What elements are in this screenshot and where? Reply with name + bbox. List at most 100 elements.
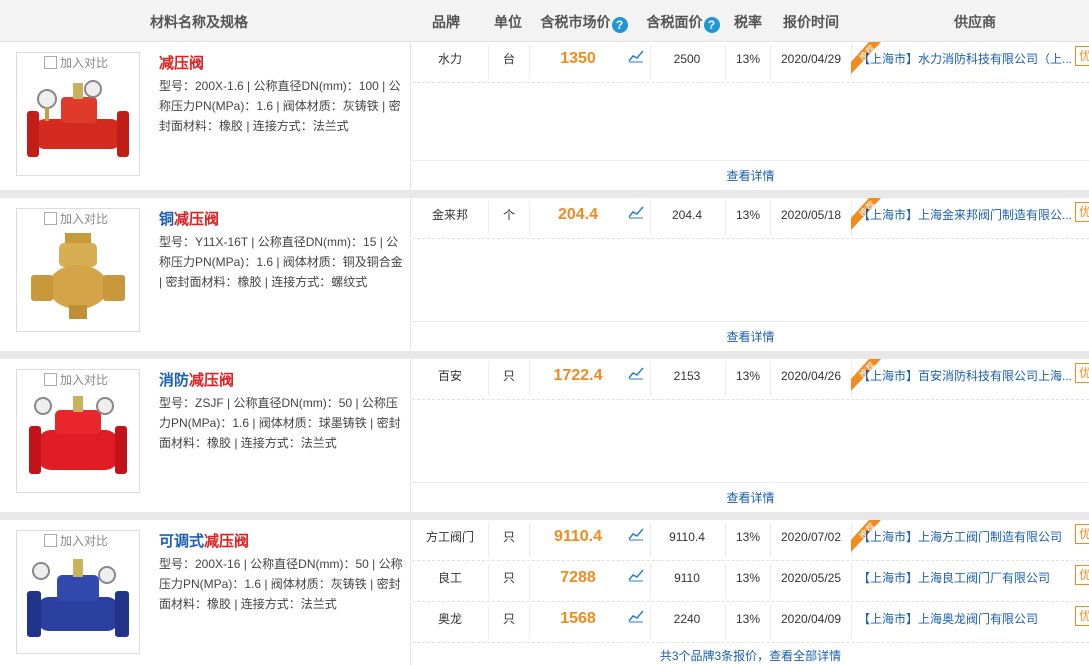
compare-label: 加入对比 xyxy=(60,56,109,70)
date-cell: 2020/05/18 xyxy=(780,208,842,222)
compare-checkbox[interactable]: 加入对比 xyxy=(44,370,108,390)
trend-chart-icon[interactable] xyxy=(624,520,648,561)
market-price-cell: 9110.4 xyxy=(553,528,603,545)
tax-cell: 13% xyxy=(735,530,761,544)
product-spec: 型号：200X-1.6 | 公称直径DN(mm)：100 | 公称压力PN(MP… xyxy=(159,79,401,133)
product-name[interactable]: 可调式减压阀 xyxy=(159,530,249,551)
view-detail-link[interactable]: 查看详情 xyxy=(412,321,1089,351)
brand-cell: 良工 xyxy=(437,571,462,585)
date-cell: 2020/04/26 xyxy=(780,369,842,383)
col-tax-header: 税率 xyxy=(734,14,762,30)
name-keyword[interactable]: 减压阀 xyxy=(189,372,234,389)
date-cell: 2020/04/09 xyxy=(780,612,842,626)
supplier-link[interactable]: 【上海市】上海良工阀门厂有限公司 xyxy=(858,561,1072,602)
brand-cell: 水力 xyxy=(437,52,462,66)
checkbox-icon[interactable] xyxy=(44,373,57,386)
compare-label: 加入对比 xyxy=(60,212,109,226)
supplier-link[interactable]: 【上海市】水力消防科技有限公司（上... xyxy=(858,42,1072,83)
preferred-badge: 优 xyxy=(1075,606,1089,626)
trend-chart-icon[interactable] xyxy=(624,602,648,643)
product-image[interactable]: 加入对比 xyxy=(16,208,140,332)
name-keyword[interactable]: 减压阀 xyxy=(174,211,219,228)
checkbox-icon[interactable] xyxy=(44,534,57,547)
offer-row: 奥龙 只 1568 2240 13% 2020/04/09 【上海市】上海奥龙阀… xyxy=(412,602,1089,643)
trend-chart-icon[interactable] xyxy=(624,359,648,400)
offer-row: 方工阀门 只 9110.4 9110.4 13% 2020/07/02 推荐 【… xyxy=(412,520,1089,561)
view-detail-link[interactable]: 查看详情 xyxy=(412,482,1089,512)
product-name[interactable]: 减压阀 xyxy=(159,52,204,73)
tax-cell: 13% xyxy=(735,612,761,626)
brass-valve-image xyxy=(31,233,125,319)
help-icon[interactable]: ? xyxy=(611,17,628,33)
trend-chart-icon[interactable] xyxy=(624,198,648,239)
supplier-link[interactable]: 【上海市】上海奥龙阀门有限公司 xyxy=(858,602,1072,643)
name-keyword[interactable]: 减压阀 xyxy=(204,533,249,550)
trend-chart-icon[interactable] xyxy=(624,42,648,83)
compare-label: 加入对比 xyxy=(60,373,109,387)
compare-checkbox[interactable]: 加入对比 xyxy=(44,531,108,551)
product-name[interactable]: 消防减压阀 xyxy=(159,369,234,390)
face-price-label: 含税面价 xyxy=(646,14,703,30)
face-price-cell: 204.4 xyxy=(671,208,703,222)
product-info: 加入对比 减压阀 型号：200X-1.6 | 公称直径DN(mm)：100 | … xyxy=(0,42,411,190)
compare-checkbox[interactable]: 加入对比 xyxy=(44,53,108,73)
brand-cell: 方工阀门 xyxy=(425,530,474,544)
supplier-link[interactable]: 【上海市】上海方工阀门制造有限公司 xyxy=(858,520,1072,561)
offer-row: 良工 只 7288 9110 13% 2020/05/25 【上海市】上海良工阀… xyxy=(412,561,1089,602)
red-valve-image xyxy=(27,80,129,157)
unit-cell: 个 xyxy=(502,208,515,222)
product-name[interactable]: 铜减压阀 xyxy=(159,208,219,229)
supplier-link[interactable]: 【上海市】百安消防科技有限公司上海... xyxy=(858,359,1072,400)
market-price-label: 含税市场价 xyxy=(540,14,611,30)
product-image[interactable]: 加入对比 xyxy=(16,530,140,654)
compare-label: 加入对比 xyxy=(60,534,109,548)
col-brand-header: 品牌 xyxy=(432,14,460,30)
name-keyword[interactable]: 减压阀 xyxy=(159,55,204,72)
market-price-cell: 204.4 xyxy=(557,206,599,223)
product-spec: 型号：Y11X-16T | 公称直径DN(mm)：15 | 公称压力PN(MPa… xyxy=(159,235,403,289)
product-spec: 型号：200X-16 | 公称直径DN(mm)：50 | 公称压力PN(MPa)… xyxy=(159,557,403,611)
market-price-cell: 7288 xyxy=(560,569,596,586)
tax-cell: 13% xyxy=(735,52,761,66)
col-name-header: 材料名称及规格 xyxy=(150,14,248,30)
product-image[interactable]: 加入对比 xyxy=(16,52,140,176)
view-all-offers-link[interactable]: 共3个品牌3条报价，查看全部详情 xyxy=(412,644,1089,665)
brand-cell: 百安 xyxy=(437,369,462,383)
brand-cell: 奥龙 xyxy=(437,612,462,626)
name-prefix[interactable]: 消防 xyxy=(159,372,189,389)
col-face-price-header: 含税面价? xyxy=(642,0,724,42)
col-unit-header: 单位 xyxy=(494,14,522,30)
supplier-link[interactable]: 【上海市】上海金来邦阀门制造有限公... xyxy=(858,198,1072,239)
preferred-badge: 优 xyxy=(1075,565,1089,585)
name-prefix[interactable]: 可调式 xyxy=(159,533,204,550)
divider xyxy=(0,190,1089,198)
unit-cell: 只 xyxy=(502,571,515,585)
product-spec: 型号：ZSJF | 公称直径DN(mm)：50 | 公称压力PN(MPa)：1.… xyxy=(159,396,401,450)
trend-chart-icon[interactable] xyxy=(624,561,648,602)
tax-cell: 13% xyxy=(735,208,761,222)
unit-cell: 只 xyxy=(502,530,515,544)
name-prefix[interactable]: 铜 xyxy=(159,211,174,228)
product-block: 加入对比 可调式减压阀 型号：200X-16 | 公称直径DN(mm)：50 |… xyxy=(0,520,1089,665)
help-icon[interactable]: ? xyxy=(703,17,720,33)
preferred-badge: 优 xyxy=(1075,524,1089,544)
preferred-badge: 优 xyxy=(1075,363,1089,383)
unit-cell: 只 xyxy=(502,369,515,383)
product-info: 加入对比 铜减压阀 型号：Y11X-16T | 公称直径DN(mm)：15 | … xyxy=(0,198,411,351)
compare-checkbox[interactable]: 加入对比 xyxy=(44,209,108,229)
date-cell: 2020/07/02 xyxy=(780,530,842,544)
product-block: 加入对比 铜减压阀 型号：Y11X-16T | 公称直径DN(mm)：15 | … xyxy=(0,198,1089,351)
offer-row: 金来邦 个 204.4 204.4 13% 2020/05/18 推荐 【上海市… xyxy=(412,198,1089,239)
product-image[interactable]: 加入对比 xyxy=(16,369,140,493)
checkbox-icon[interactable] xyxy=(44,212,57,225)
checkbox-icon[interactable] xyxy=(44,56,57,69)
face-price-cell: 9110 xyxy=(674,571,700,585)
view-detail-link[interactable]: 查看详情 xyxy=(412,160,1089,190)
col-date-header: 报价时间 xyxy=(783,14,839,30)
offer-row: 百安 只 1722.4 2153 13% 2020/04/26 推荐 【上海市】… xyxy=(412,359,1089,400)
blue-valve-image xyxy=(27,559,129,637)
red-fire-valve-image xyxy=(29,396,127,474)
product-info: 加入对比 消防减压阀 型号：ZSJF | 公称直径DN(mm)：50 | 公称压… xyxy=(0,359,411,512)
date-cell: 2020/04/29 xyxy=(780,52,842,66)
table-header: 材料名称及规格 品牌 单位 含税市场价? 含税面价? 税率 报价时间 供应商 xyxy=(0,0,1089,42)
